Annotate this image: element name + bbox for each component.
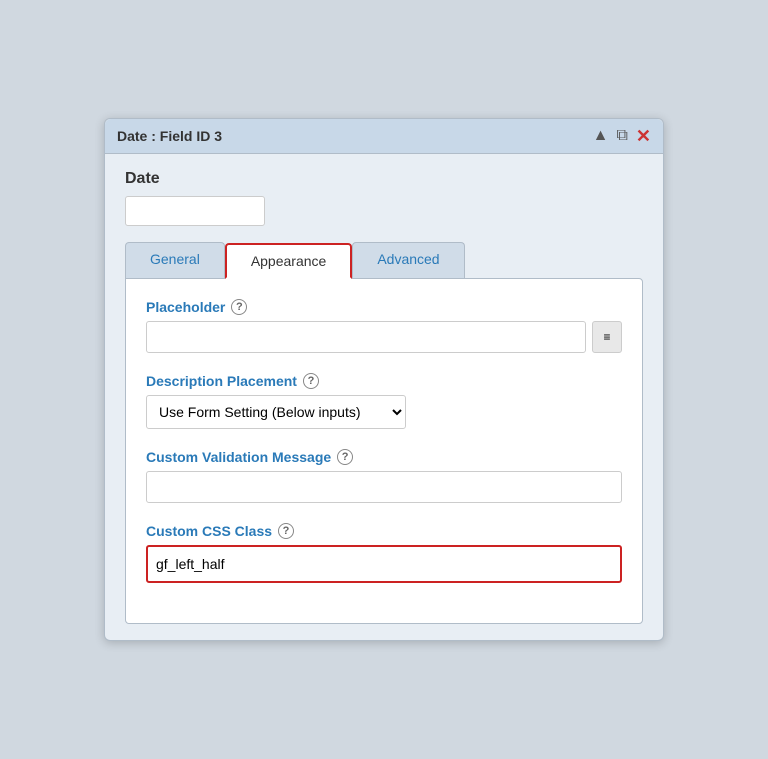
tab-content-appearance: Placeholder ? ≡ Description Placement ? …: [125, 278, 643, 624]
field-settings-modal: Date : Field ID 3 ▲ ⧉ ✕ Date General App…: [104, 118, 664, 641]
placeholder-row: ≡: [146, 321, 622, 353]
modal-body: Date General Appearance Advanced Placeho…: [105, 154, 663, 640]
tab-appearance[interactable]: Appearance: [225, 243, 353, 279]
custom-css-label: Custom CSS Class ?: [146, 523, 622, 539]
custom-css-help-icon[interactable]: ?: [278, 523, 294, 539]
custom-validation-help-icon[interactable]: ?: [337, 449, 353, 465]
placeholder-input[interactable]: [146, 321, 586, 353]
description-placement-help-icon[interactable]: ?: [303, 373, 319, 389]
modal-header: Date : Field ID 3 ▲ ⧉ ✕: [105, 119, 663, 154]
placeholder-help-icon[interactable]: ?: [231, 299, 247, 315]
copy-icon[interactable]: ⧉: [616, 128, 627, 144]
custom-validation-label: Custom Validation Message ?: [146, 449, 622, 465]
placeholder-group: Placeholder ? ≡: [146, 299, 622, 353]
header-icons: ▲ ⧉ ✕: [593, 127, 651, 145]
collapse-icon[interactable]: ▲: [593, 128, 609, 144]
tab-advanced[interactable]: Advanced: [352, 242, 464, 278]
tab-general[interactable]: General: [125, 242, 225, 278]
custom-validation-input[interactable]: [146, 471, 622, 503]
modal-title: Date : Field ID 3: [117, 128, 222, 144]
custom-css-input[interactable]: [146, 545, 622, 583]
tabs-container: General Appearance Advanced: [125, 242, 643, 278]
placeholder-label: Placeholder ?: [146, 299, 622, 315]
custom-css-group: Custom CSS Class ?: [146, 523, 622, 583]
merge-tag-button[interactable]: ≡: [592, 321, 622, 353]
custom-validation-group: Custom Validation Message ?: [146, 449, 622, 503]
description-placement-select[interactable]: Use Form Setting (Below inputs) Above in…: [146, 395, 406, 429]
description-placement-label: Description Placement ?: [146, 373, 622, 389]
field-label: Date: [125, 170, 643, 188]
date-input-preview: [125, 196, 265, 226]
merge-tag-icon: ≡: [603, 330, 610, 344]
description-placement-group: Description Placement ? Use Form Setting…: [146, 373, 622, 429]
close-icon[interactable]: ✕: [636, 127, 651, 145]
